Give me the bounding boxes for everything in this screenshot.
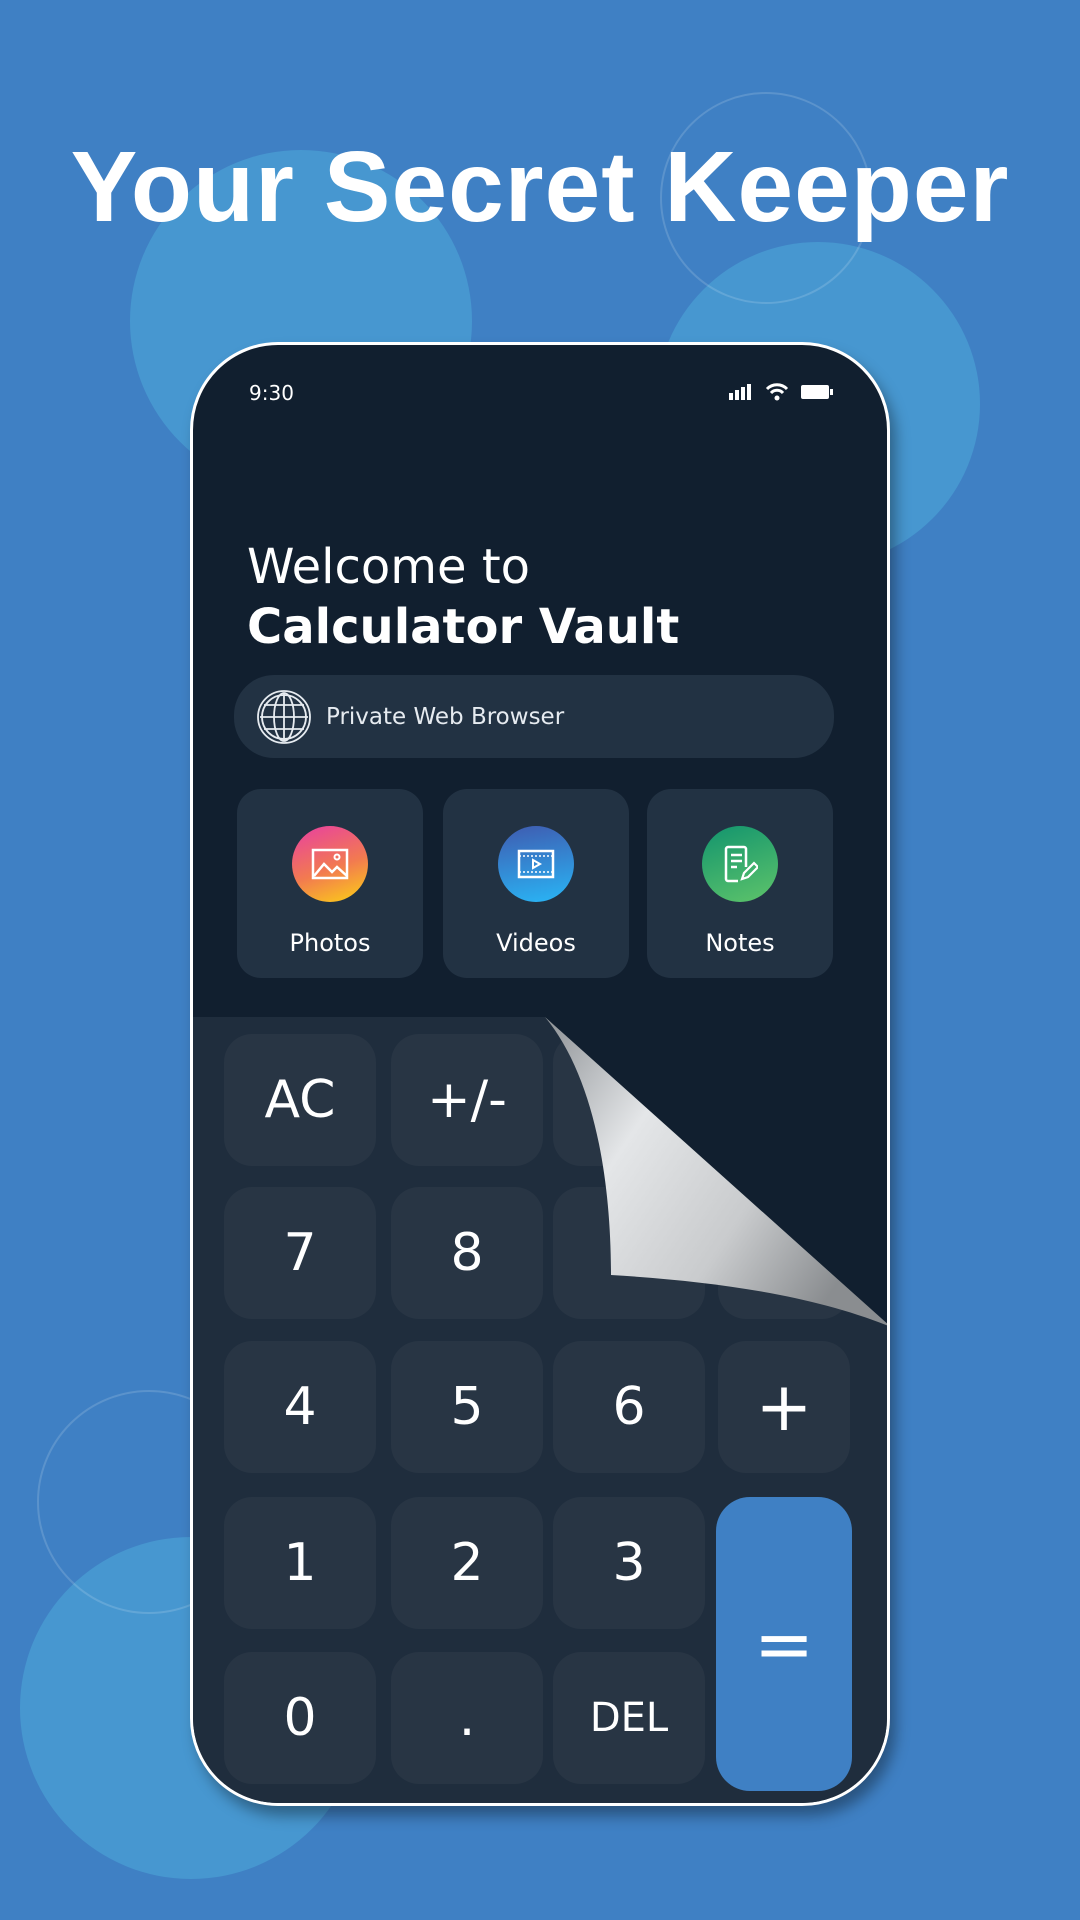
headline: Your Secret Keeper	[70, 131, 1010, 243]
phone-mockup: 9:30 Welcome to Calculator Vault Private…	[190, 342, 890, 1806]
page-curl	[545, 1017, 887, 1326]
